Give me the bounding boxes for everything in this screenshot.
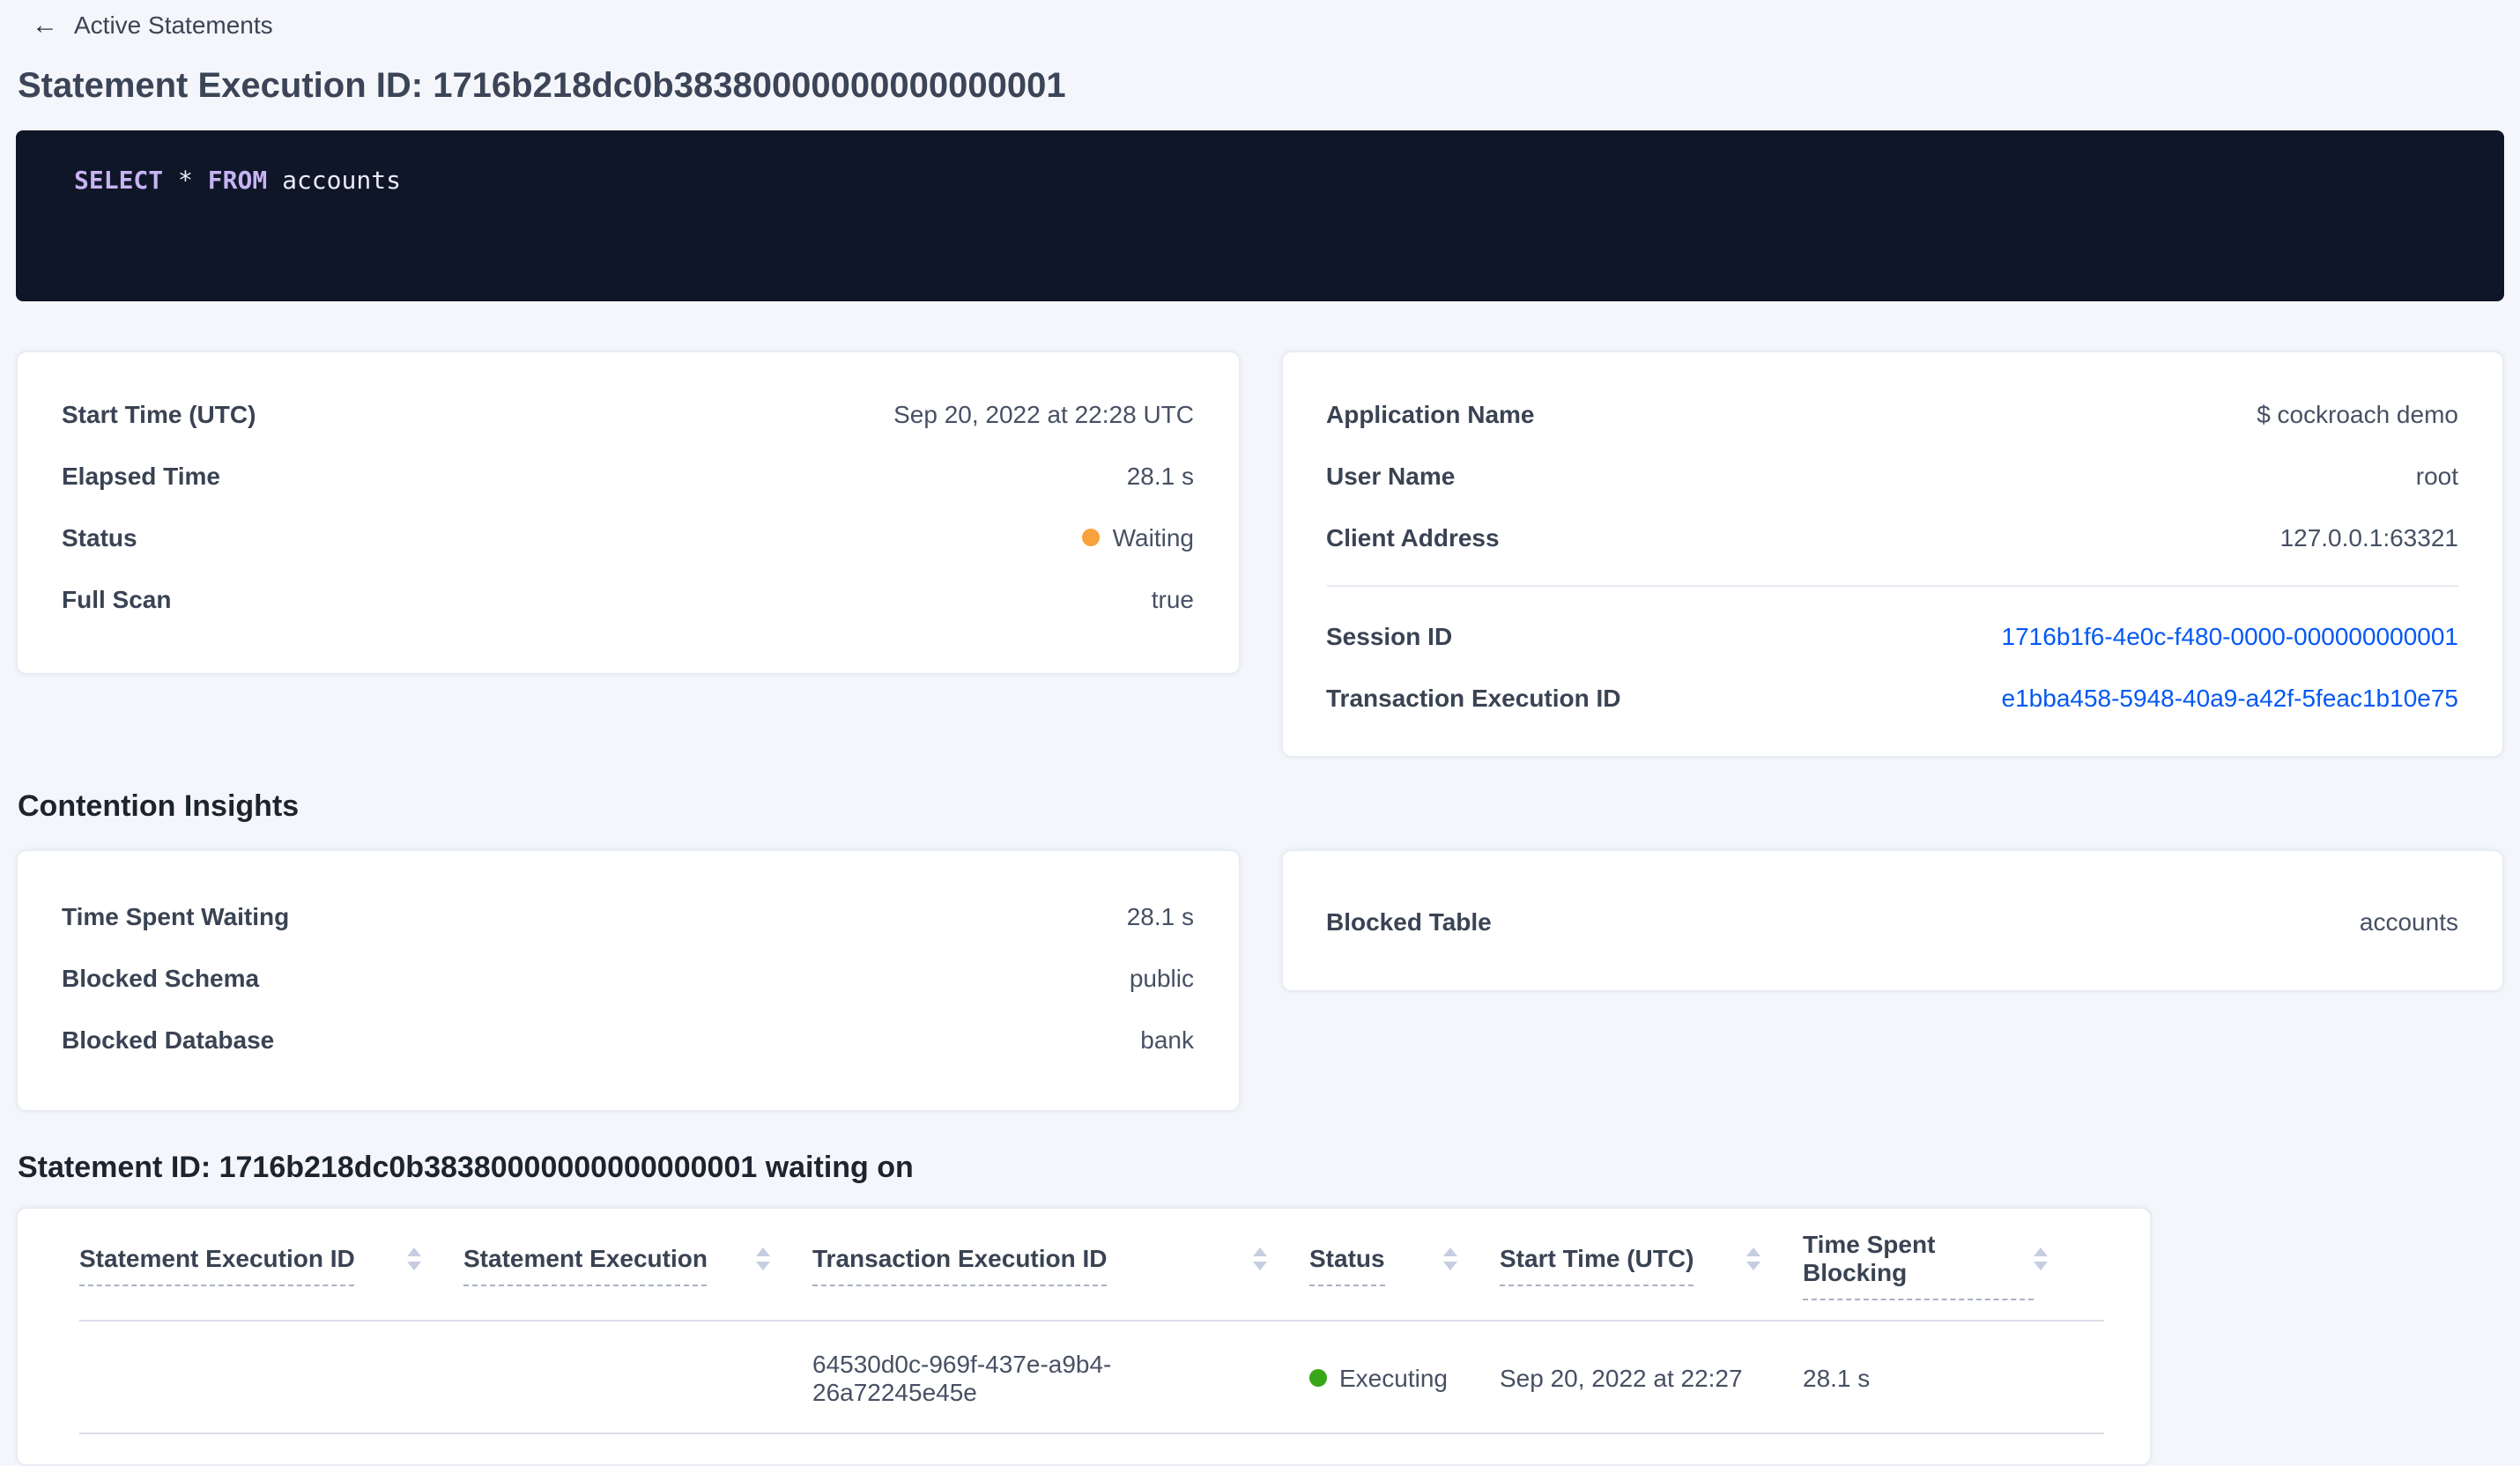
sql-keyword-from: FROM: [207, 167, 268, 196]
sort-icon[interactable]: [2034, 1248, 2048, 1270]
transaction-execution-id-label: Transaction Execution ID: [1326, 683, 1621, 711]
waiting-on-table: Statement Execution ID Statement Executi…: [16, 1207, 2152, 1466]
elapsed-time-row: Elapsed Time 28.1 s: [62, 456, 1194, 493]
sql-statement: SELECT * FROM accounts: [74, 164, 2504, 199]
column-header-start-time[interactable]: Start Time (UTC): [1500, 1243, 1803, 1285]
start-time-value: Sep 20, 2022 at 22:28 UTC: [893, 399, 1194, 427]
sql-statement-box: SELECT * FROM accounts: [16, 130, 2504, 301]
sort-icon[interactable]: [1746, 1248, 1760, 1270]
session-id-label: Session ID: [1326, 621, 1453, 649]
back-link[interactable]: ← Active Statements: [0, 0, 2520, 42]
user-name-row: User Name root: [1326, 456, 2458, 493]
full-scan-row: Full Scan true: [62, 580, 1194, 617]
blocked-table-value: accounts: [2359, 907, 2458, 935]
cell-start-time: Sep 20, 2022 at 22:27: [1500, 1363, 1743, 1391]
status-row: Status Waiting: [62, 518, 1194, 555]
time-spent-waiting-row: Time Spent Waiting 28.1 s: [62, 897, 1194, 934]
session-id-link[interactable]: 1716b1f6-4e0c-f480-0000-000000000001: [2002, 621, 2458, 649]
cell-status: Executing: [1309, 1363, 1500, 1391]
card-divider: [1326, 585, 2458, 587]
column-header-statement-execution-id[interactable]: Statement Execution ID: [79, 1243, 463, 1285]
executing-status-dot-icon: [1309, 1368, 1327, 1386]
back-link-label: Active Statements: [74, 11, 273, 39]
sort-icon[interactable]: [407, 1248, 421, 1270]
blocked-schema-label: Blocked Schema: [62, 963, 260, 991]
blocked-schema-value: public: [1129, 963, 1194, 991]
overview-cards-row: Start Time (UTC) Sep 20, 2022 at 22:28 U…: [16, 351, 2504, 758]
blocked-database-value: bank: [1140, 1025, 1194, 1053]
contention-insights-heading: Contention Insights: [18, 789, 300, 823]
application-name-row: Application Name $ cockroach demo: [1326, 395, 2458, 432]
column-header-status[interactable]: Status: [1309, 1243, 1500, 1285]
statement-execution-page: ← Active Statements Statement Execution …: [0, 0, 2520, 1466]
column-header-statement-execution[interactable]: Statement Execution: [463, 1243, 812, 1285]
column-header-transaction-execution-id[interactable]: Transaction Execution ID: [812, 1243, 1309, 1285]
table-header-row: Statement Execution ID Statement Executi…: [79, 1209, 2104, 1322]
blocked-schema-row: Blocked Schema public: [62, 959, 1194, 996]
application-name-value: $ cockroach demo: [2257, 399, 2458, 427]
status-value: Waiting: [1082, 522, 1194, 551]
blocked-table-card: Blocked Table accounts: [1280, 849, 2504, 992]
transaction-execution-id-link[interactable]: e1bba458-5948-40a9-a42f-5feac1b10e75: [2002, 683, 2458, 711]
sort-icon[interactable]: [756, 1248, 770, 1270]
sql-star: *: [178, 167, 193, 196]
contention-details-card: Time Spent Waiting 28.1 s Blocked Schema…: [16, 849, 1240, 1112]
column-header-time-spent-blocking[interactable]: Time Spent Blocking: [1803, 1229, 2090, 1299]
client-address-label: Client Address: [1326, 522, 1500, 551]
page-title: Statement Execution ID: 1716b218dc0b3838…: [18, 67, 1066, 106]
time-spent-waiting-value: 28.1 s: [1126, 901, 1194, 929]
waiting-on-heading: Statement ID: 1716b218dc0b38380000000000…: [18, 1151, 914, 1184]
application-name-label: Application Name: [1326, 399, 1535, 427]
waiting-status-dot-icon: [1082, 528, 1101, 545]
client-address-row: Client Address 127.0.0.1:63321: [1326, 518, 2458, 555]
contention-cards-row: Time Spent Waiting 28.1 s Blocked Schema…: [16, 849, 2504, 1112]
session-details-card: Application Name $ cockroach demo User N…: [1280, 351, 2504, 758]
execution-details-card: Start Time (UTC) Sep 20, 2022 at 22:28 U…: [16, 351, 1240, 675]
full-scan-label: Full Scan: [62, 584, 172, 612]
start-time-row: Start Time (UTC) Sep 20, 2022 at 22:28 U…: [62, 395, 1194, 432]
user-name-label: User Name: [1326, 461, 1456, 489]
blocked-table-label: Blocked Table: [1326, 907, 1492, 935]
user-name-value: root: [2415, 461, 2458, 489]
cell-transaction-execution-id: 64530d0c-969f-437e-a9b4-26a72245e45e: [812, 1349, 1112, 1405]
blocked-table-row: Blocked Table accounts: [1326, 902, 2458, 939]
elapsed-time-value: 28.1 s: [1126, 461, 1194, 489]
elapsed-time-label: Elapsed Time: [62, 461, 221, 489]
start-time-label: Start Time (UTC): [62, 399, 256, 427]
sort-icon[interactable]: [1443, 1248, 1457, 1270]
sql-table-name: accounts: [282, 167, 401, 196]
blocked-database-label: Blocked Database: [62, 1025, 275, 1053]
cell-time-spent-blocking: 28.1 s: [1803, 1363, 1871, 1391]
blocked-database-row: Blocked Database bank: [62, 1020, 1194, 1057]
time-spent-waiting-label: Time Spent Waiting: [62, 901, 290, 929]
sql-keyword-select: SELECT: [74, 167, 164, 196]
arrow-left-icon: ←: [32, 10, 58, 40]
status-label: Status: [62, 522, 137, 551]
transaction-execution-id-row: Transaction Execution ID e1bba458-5948-4…: [1326, 678, 2458, 715]
full-scan-value: true: [1151, 584, 1194, 612]
sort-icon[interactable]: [1253, 1248, 1267, 1270]
table-row: 64530d0c-969f-437e-a9b4-26a72245e45e Exe…: [79, 1322, 2104, 1434]
session-id-row: Session ID 1716b1f6-4e0c-f480-0000-00000…: [1326, 617, 2458, 654]
client-address-value: 127.0.0.1:63321: [2279, 522, 2458, 551]
